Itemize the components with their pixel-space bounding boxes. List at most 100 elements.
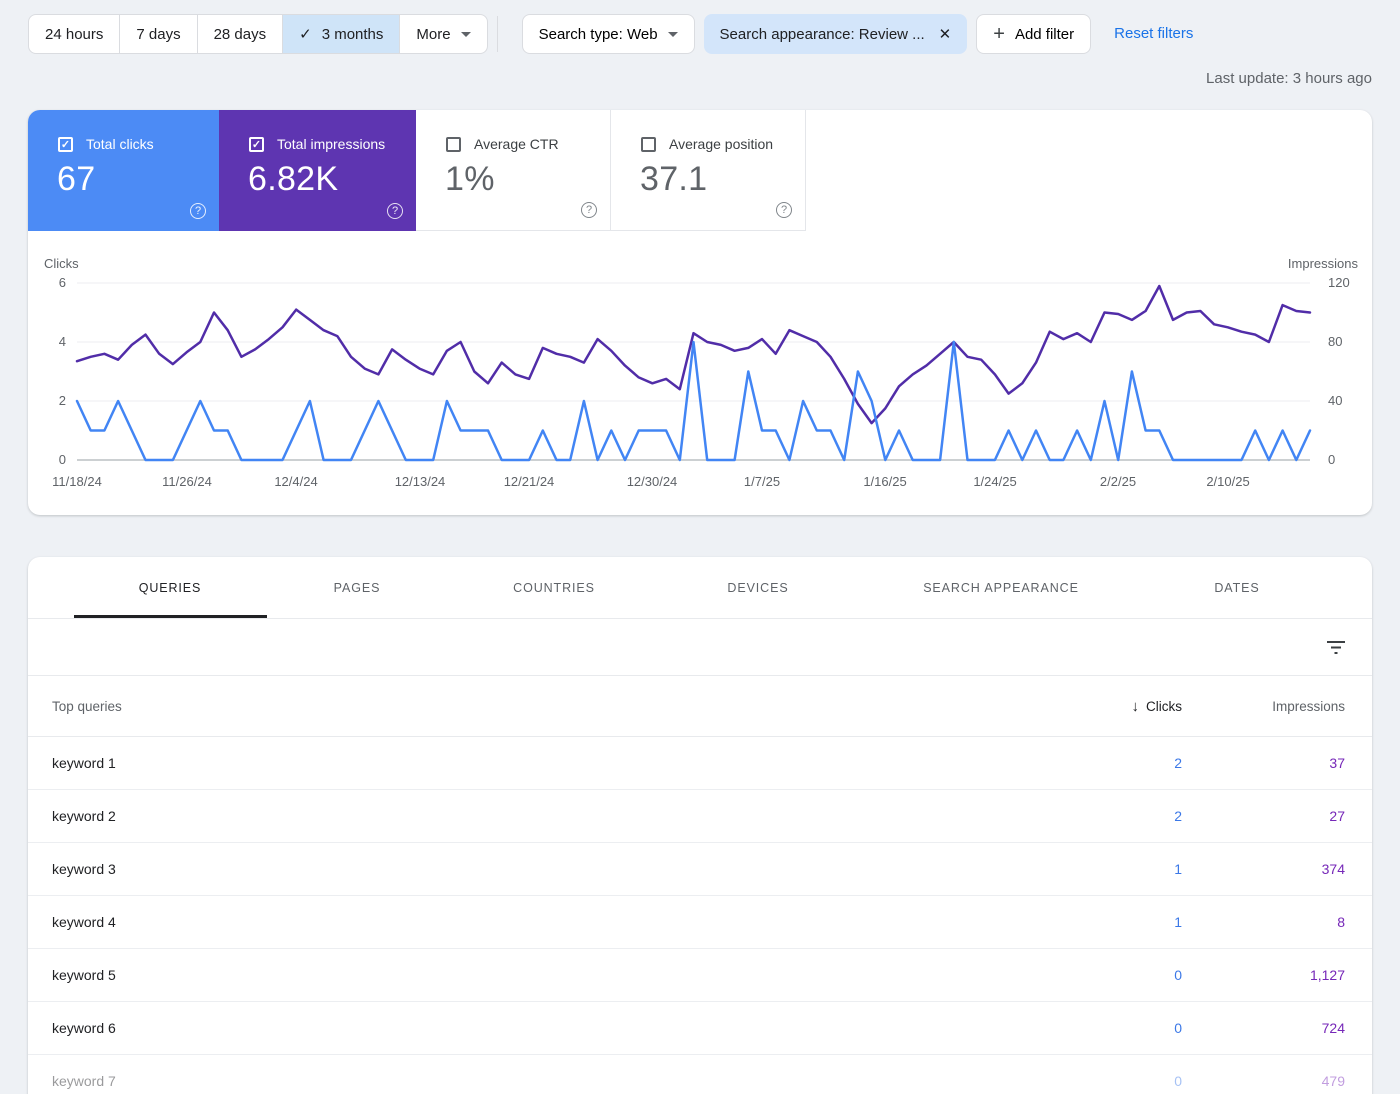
- date-range-label: 7 days: [136, 26, 180, 43]
- impressions-column-header[interactable]: Impressions: [1182, 699, 1372, 714]
- impressions-cell: 724: [1182, 1020, 1372, 1036]
- y-axis-tick-label: 6: [28, 275, 66, 290]
- search-type-label: Search type: Web: [539, 26, 658, 43]
- search-type-dropdown[interactable]: Search type: Web: [522, 14, 695, 54]
- date-range-label: 24 hours: [45, 26, 103, 43]
- date-range-3-months[interactable]: ✓ 3 months: [282, 14, 400, 54]
- metric-value: 37.1: [640, 160, 805, 199]
- table-row: keyword 3 1 374: [28, 843, 1372, 896]
- date-range-group: 24 hours 7 days 28 days ✓ 3 months More: [28, 14, 488, 54]
- table-row: keyword 4 1 8: [28, 896, 1372, 949]
- query-cell[interactable]: keyword 4: [28, 914, 1052, 930]
- clicks-cell: 2: [1052, 808, 1182, 824]
- active-tab-underline: [74, 615, 267, 618]
- close-icon[interactable]: ✕: [939, 25, 952, 43]
- metric-label: Average position: [669, 136, 773, 152]
- metric-label: Total impressions: [277, 136, 385, 152]
- table-row: keyword 6 0 724: [28, 1002, 1372, 1055]
- tab-countries[interactable]: COUNTRIES: [513, 557, 595, 619]
- chevron-down-icon: [668, 32, 678, 37]
- help-icon[interactable]: ?: [190, 203, 206, 219]
- filter-bar: 24 hours 7 days 28 days ✓ 3 months More S…: [28, 14, 1193, 54]
- tab-queries[interactable]: QUERIES: [139, 557, 202, 619]
- date-range-24-hours[interactable]: 24 hours: [28, 14, 120, 54]
- add-filter-label: Add filter: [1015, 26, 1074, 43]
- tab-dates[interactable]: DATES: [1214, 557, 1259, 619]
- dimension-column-header: Top queries: [28, 699, 1052, 714]
- y-axis-tick-label: 0: [28, 452, 66, 467]
- query-cell[interactable]: keyword 1: [28, 755, 1052, 771]
- help-icon[interactable]: ?: [581, 202, 597, 218]
- help-icon[interactable]: ?: [387, 203, 403, 219]
- table-row: keyword 5 0 1,127: [28, 949, 1372, 1002]
- table-row: keyword 7 0 479: [28, 1055, 1372, 1094]
- clicks-header-label: Clicks: [1146, 699, 1182, 714]
- last-update-text: Last update: 3 hours ago: [1206, 70, 1372, 87]
- impressions-cell: 1,127: [1182, 967, 1372, 983]
- performance-overview-card: ✓ Total clicks 67 ? ✓ Total impressions …: [28, 110, 1372, 515]
- y-axis-tick-label: 0: [1328, 452, 1378, 467]
- checkbox-checked-icon[interactable]: ✓: [58, 137, 73, 152]
- date-range-7-days[interactable]: 7 days: [119, 14, 197, 54]
- search-appearance-filter-chip[interactable]: Search appearance: Review ... ✕: [704, 14, 968, 54]
- date-range-label: 3 months: [322, 26, 384, 43]
- impressions-cell: 479: [1182, 1073, 1372, 1089]
- impressions-cell: 27: [1182, 808, 1372, 824]
- metric-value: 6.82K: [248, 160, 416, 199]
- query-cell[interactable]: keyword 3: [28, 861, 1052, 877]
- left-axis-title: Clicks: [44, 256, 79, 271]
- metric-average-ctr[interactable]: Average CTR 1% ?: [416, 110, 611, 231]
- clicks-cell: 2: [1052, 755, 1182, 771]
- date-range-label: 28 days: [214, 26, 267, 43]
- table-header-row: Top queries ↓ Clicks Impressions: [28, 676, 1372, 737]
- checkbox-unchecked-icon[interactable]: [641, 137, 656, 152]
- impressions-cell: 37: [1182, 755, 1372, 771]
- checkbox-checked-icon[interactable]: ✓: [249, 137, 264, 152]
- y-axis-tick-label: 4: [28, 334, 66, 349]
- query-cell[interactable]: keyword 2: [28, 808, 1052, 824]
- clicks-cell: 0: [1052, 967, 1182, 983]
- more-button[interactable]: More: [399, 14, 487, 54]
- y-axis-tick-label: 2: [28, 393, 66, 408]
- checkbox-unchecked-icon[interactable]: [446, 137, 461, 152]
- impressions-cell: 8: [1182, 914, 1372, 930]
- clicks-cell: 1: [1052, 914, 1182, 930]
- clicks-cell: 1: [1052, 861, 1182, 877]
- add-filter-button[interactable]: + Add filter: [976, 14, 1091, 54]
- metric-value: 1%: [445, 160, 610, 199]
- vertical-divider: [497, 16, 498, 52]
- metric-average-position[interactable]: Average position 37.1 ?: [611, 110, 806, 231]
- metric-label: Total clicks: [86, 136, 154, 152]
- plus-icon: +: [993, 23, 1005, 46]
- query-cell[interactable]: keyword 7: [28, 1073, 1052, 1089]
- clicks-cell: 0: [1052, 1073, 1182, 1089]
- table-row: keyword 1 2 37: [28, 737, 1372, 790]
- help-icon[interactable]: ?: [776, 202, 792, 218]
- metric-cards: ✓ Total clicks 67 ? ✓ Total impressions …: [28, 110, 1372, 231]
- query-cell[interactable]: keyword 5: [28, 967, 1052, 983]
- search-console-performance-page: 24 hours 7 days 28 days ✓ 3 months More S…: [0, 0, 1400, 1094]
- tab-devices[interactable]: DEVICES: [727, 557, 788, 619]
- filter-icon[interactable]: [1326, 638, 1346, 656]
- y-axis-tick-label: 80: [1328, 334, 1378, 349]
- clicks-cell: 0: [1052, 1020, 1182, 1036]
- impressions-line: [77, 286, 1310, 423]
- tab-pages[interactable]: PAGES: [334, 557, 381, 619]
- chip-label: Search appearance: Review ...: [720, 26, 925, 43]
- chevron-down-icon: [461, 32, 471, 37]
- clicks-column-header[interactable]: ↓ Clicks: [1052, 698, 1182, 715]
- y-axis-tick-label: 40: [1328, 393, 1378, 408]
- query-cell[interactable]: keyword 6: [28, 1020, 1052, 1036]
- table-row: keyword 2 2 27: [28, 790, 1372, 843]
- metric-value: 67: [57, 160, 219, 199]
- dimension-tabs: QUERIES PAGES COUNTRIES DEVICES SEARCH A…: [28, 557, 1372, 619]
- right-axis-title: Impressions: [1288, 256, 1358, 271]
- sort-descending-icon: ↓: [1132, 698, 1140, 715]
- metric-total-clicks[interactable]: ✓ Total clicks 67 ?: [28, 110, 219, 231]
- metric-total-impressions[interactable]: ✓ Total impressions 6.82K ?: [219, 110, 416, 231]
- metric-label: Average CTR: [474, 136, 559, 152]
- tab-search-appearance[interactable]: SEARCH APPEARANCE: [923, 557, 1079, 619]
- check-icon: ✓: [299, 25, 312, 43]
- reset-filters-link[interactable]: Reset filters: [1114, 14, 1193, 54]
- date-range-28-days[interactable]: 28 days: [197, 14, 284, 54]
